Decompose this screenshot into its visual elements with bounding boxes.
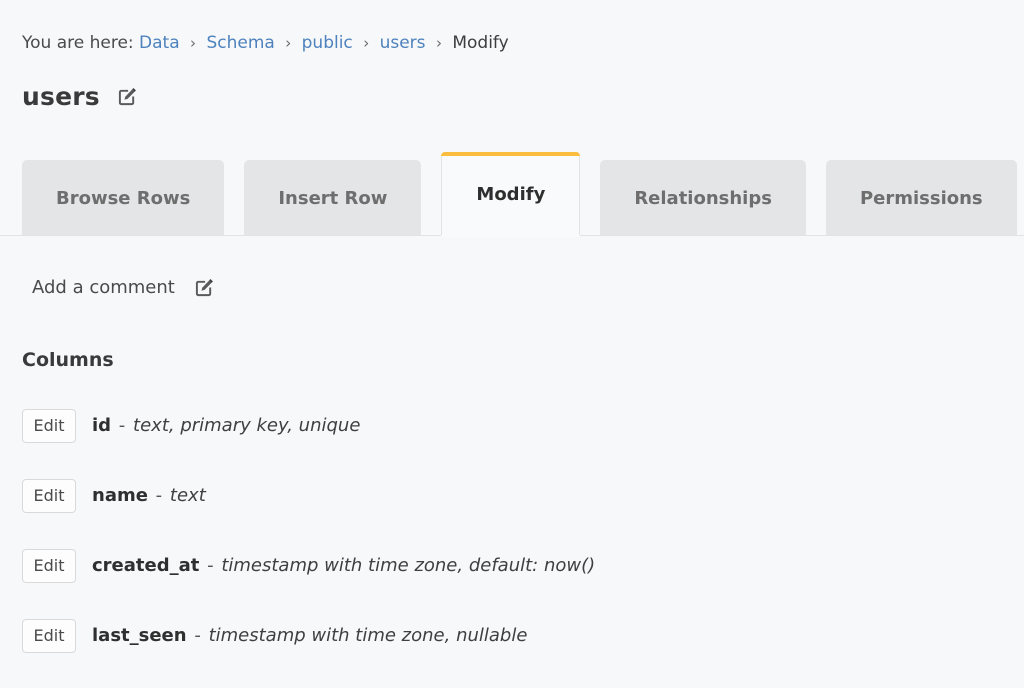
breadcrumb-item-users[interactable]: users — [380, 33, 426, 53]
breadcrumb-separator: › — [363, 34, 370, 52]
tab-permissions[interactable]: Permissions — [825, 160, 1017, 236]
add-comment-label: Add a comment — [32, 277, 175, 298]
column-dash: - — [194, 625, 201, 646]
breadcrumb-item-public[interactable]: public — [302, 33, 353, 53]
breadcrumb-separator: › — [285, 34, 292, 52]
edit-column-button[interactable]: Edit — [22, 619, 76, 653]
add-comment-row: Add a comment — [32, 276, 215, 300]
page-header: users — [22, 82, 138, 112]
breadcrumb-item-data[interactable]: Data — [139, 33, 180, 53]
tab-label: Relationships — [634, 187, 772, 209]
column-type: timestamp with time zone, nullable — [208, 625, 528, 646]
table-row: Edit created_at - timestamp with time zo… — [22, 548, 1024, 584]
table-row: Edit last_seen - timestamp with time zon… — [22, 618, 1024, 654]
tab-bar: Browse Rows Insert Row Modify Relationsh… — [0, 152, 1024, 237]
column-name: id — [92, 415, 112, 436]
tab-panel-modify: Add a comment Columns Edit id - text, pr… — [0, 236, 1024, 688]
breadcrumb: You are here: Data › Schema › public › u… — [22, 31, 509, 55]
pen-to-square-icon[interactable] — [116, 86, 138, 108]
column-type: text, primary key, unique — [133, 415, 361, 436]
column-name: name — [92, 485, 148, 506]
page-title: users — [22, 82, 100, 111]
page-root: You are here: Data › Schema › public › u… — [0, 0, 1024, 688]
column-type: text — [169, 485, 206, 506]
edit-column-button[interactable]: Edit — [22, 549, 76, 583]
column-description: created_at - timestamp with time zone, d… — [92, 554, 595, 578]
table-row: Edit name - text — [22, 478, 1024, 514]
column-type: timestamp with time zone, default: now() — [221, 555, 596, 576]
columns-heading: Columns — [22, 349, 114, 371]
breadcrumb-separator: › — [190, 34, 197, 52]
tab-label: Browse Rows — [56, 187, 191, 209]
column-description: last_seen - timestamp with time zone, nu… — [92, 624, 527, 648]
column-dash: - — [118, 415, 126, 436]
breadcrumb-item-schema[interactable]: Schema — [206, 33, 274, 53]
column-name: last_seen — [92, 625, 187, 646]
column-description: name - text — [92, 484, 206, 508]
tab-label: Modify — [476, 183, 546, 205]
column-dash: - — [207, 555, 214, 576]
tab-relationships[interactable]: Relationships — [600, 160, 806, 236]
pen-to-square-icon[interactable] — [193, 277, 215, 299]
edit-column-button[interactable]: Edit — [22, 409, 76, 443]
tab-modify[interactable]: Modify — [441, 152, 581, 237]
columns-list: Edit id - text, primary key, unique Edit… — [22, 408, 1024, 688]
table-row: Edit id - text, primary key, unique — [22, 408, 1024, 444]
tab-label: Permissions — [859, 187, 983, 209]
breadcrumb-separator: › — [435, 34, 442, 52]
breadcrumb-item-modify: Modify — [452, 33, 509, 53]
tab-browse-rows[interactable]: Browse Rows — [22, 160, 225, 236]
column-name: created_at — [92, 555, 200, 576]
breadcrumb-prefix: You are here: — [22, 33, 134, 53]
tab-label: Insert Row — [278, 187, 388, 209]
tab-insert-row[interactable]: Insert Row — [244, 160, 422, 236]
column-dash: - — [155, 485, 163, 506]
tab-list: Browse Rows Insert Row Modify Relationsh… — [22, 152, 1017, 237]
column-description: id - text, primary key, unique — [92, 414, 360, 438]
edit-column-button[interactable]: Edit — [22, 479, 76, 513]
